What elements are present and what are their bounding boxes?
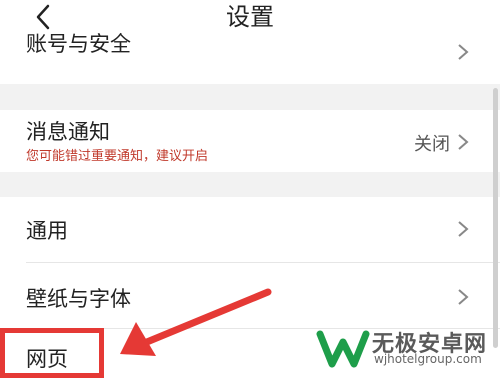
highlight-box <box>0 328 104 378</box>
watermark-url: wjhotelgroup.com <box>374 352 482 366</box>
settings-item-label: 消息通知 <box>26 120 110 144</box>
section-separator <box>0 172 500 197</box>
settings-item-label: 通用 <box>26 219 68 243</box>
chevron-right-icon <box>458 289 469 305</box>
settings-item-label: 账号与安全 <box>26 32 131 56</box>
chevron-right-icon <box>458 44 469 60</box>
section-separator <box>0 84 500 110</box>
chevron-right-icon <box>458 221 469 237</box>
settings-item-general[interactable]: 通用 <box>0 197 500 262</box>
chevron-right-icon <box>458 134 469 150</box>
settings-item-notifications[interactable]: 消息通知 您可能错过重要通知，建议开启 关闭 <box>0 110 500 172</box>
w-logo-icon <box>316 330 370 368</box>
red-arrow-icon <box>120 288 272 356</box>
settings-item-subtitle: 您可能错过重要通知，建议开启 <box>26 149 209 164</box>
settings-item-account-security[interactable]: 账号与安全 <box>0 32 500 84</box>
settings-item-value: 关闭 <box>414 134 450 155</box>
scrollbar[interactable] <box>493 88 498 348</box>
